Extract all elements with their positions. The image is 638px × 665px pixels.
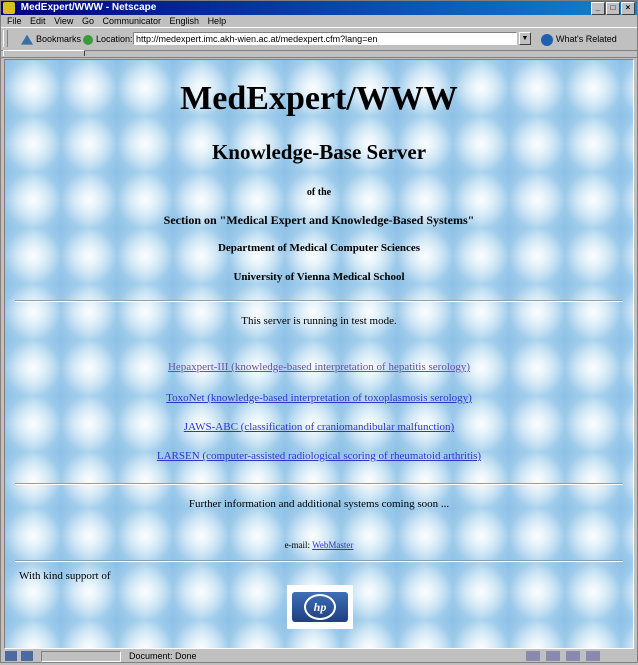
page-title: MedExpert/WWW [180, 80, 458, 117]
hp-logo-mark: hp [304, 594, 336, 620]
divider [15, 560, 623, 562]
menu-help[interactable]: Help [208, 16, 227, 26]
university-name: University of Vienna Medical School [233, 271, 405, 283]
status-bar: Document: Done [1, 650, 637, 663]
menu-go[interactable]: Go [82, 16, 94, 26]
whats-related-icon [541, 33, 553, 46]
whats-related-label: What's Related [556, 34, 617, 44]
close-button[interactable]: × [621, 2, 635, 15]
menu-english[interactable]: English [170, 16, 200, 26]
toolbar-tab[interactable] [3, 50, 85, 56]
webmaster-link[interactable]: WebMaster [312, 540, 353, 550]
section-name: Section on "Medical Expert and Knowledge… [163, 213, 475, 227]
location-input[interactable]: http://medexpert.imc.akh-wien.ac.at/mede… [133, 32, 517, 45]
support-text: With kind support of [19, 570, 111, 582]
progress-area [41, 651, 121, 662]
address-book-icon[interactable] [586, 651, 600, 661]
page-subtitle: Knowledge-Base Server [211, 140, 427, 164]
location-dropdown-button[interactable]: ▼ [519, 32, 531, 45]
toolbar-grip[interactable] [3, 30, 8, 47]
connection-icon [21, 651, 33, 661]
maximize-button[interactable]: □ [606, 2, 620, 15]
jaws-abc-link[interactable]: JAWS-ABC (classification of craniomandib… [184, 421, 454, 433]
location-toolbar: Bookmarks Location: http://medexpert.imc… [1, 27, 637, 51]
bookmarks-label: Bookmarks [36, 34, 82, 44]
hp-logo[interactable]: hp [287, 585, 353, 629]
email-label: e-mail: [284, 540, 311, 550]
navigator-icon[interactable] [526, 651, 540, 661]
mail-icon[interactable] [546, 651, 560, 661]
toxonet-link[interactable]: ToxoNet (knowledge-based interpretation … [166, 392, 472, 404]
further-info-text: Further information and additional syste… [188, 498, 450, 510]
composer-icon[interactable] [566, 651, 580, 661]
department-name: Department of Medical Computer Sciences [217, 242, 421, 254]
bookmarks-button[interactable]: Bookmarks [21, 28, 81, 50]
window-title: MedExpert/WWW - Netscape [20, 2, 157, 13]
bookmarks-icon [21, 34, 33, 45]
menu-bar: File Edit View Go Communicator English H… [1, 15, 637, 27]
email-line: e-mail: WebMaster [5, 540, 633, 550]
minimize-button[interactable]: _ [591, 2, 605, 15]
browser-window: MedExpert/WWW - Netscape _ □ × File Edit… [0, 0, 638, 663]
menu-communicator[interactable]: Communicator [102, 16, 161, 26]
menu-edit[interactable]: Edit [30, 16, 46, 26]
location-label: Location: [83, 28, 133, 50]
link-item-toxonet: ToxoNet (knowledge-based interpretation … [5, 392, 633, 404]
whats-related-button[interactable]: What's Related [541, 28, 617, 50]
location-icon[interactable] [83, 34, 93, 45]
menu-file[interactable]: File [7, 16, 22, 26]
page-content: MedExpert/WWW Knowledge-Base Server of t… [4, 59, 634, 649]
divider [15, 300, 623, 302]
title-bar: MedExpert/WWW - Netscape _ □ × [1, 1, 637, 15]
location-label-text: Location: [96, 34, 133, 44]
toolbar-collapse-strip [1, 49, 637, 58]
test-mode-notice: This server is running in test mode. [241, 315, 397, 327]
link-item-jaws: JAWS-ABC (classification of craniomandib… [5, 421, 633, 433]
hepaxpert-link[interactable]: Hepaxpert-III (knowledge-based interpret… [168, 361, 470, 373]
status-text: Document: Done [129, 651, 197, 661]
security-icon[interactable] [5, 651, 17, 661]
netscape-icon [3, 2, 15, 14]
divider [15, 483, 623, 485]
of-the-text: of the [306, 187, 332, 198]
larsen-link[interactable]: LARSEN (computer-assisted radiological s… [157, 450, 481, 462]
menu-view[interactable]: View [54, 16, 73, 26]
link-item-larsen: LARSEN (computer-assisted radiological s… [5, 450, 633, 462]
link-item-hepaxpert: Hepaxpert-III (knowledge-based interpret… [5, 361, 633, 373]
